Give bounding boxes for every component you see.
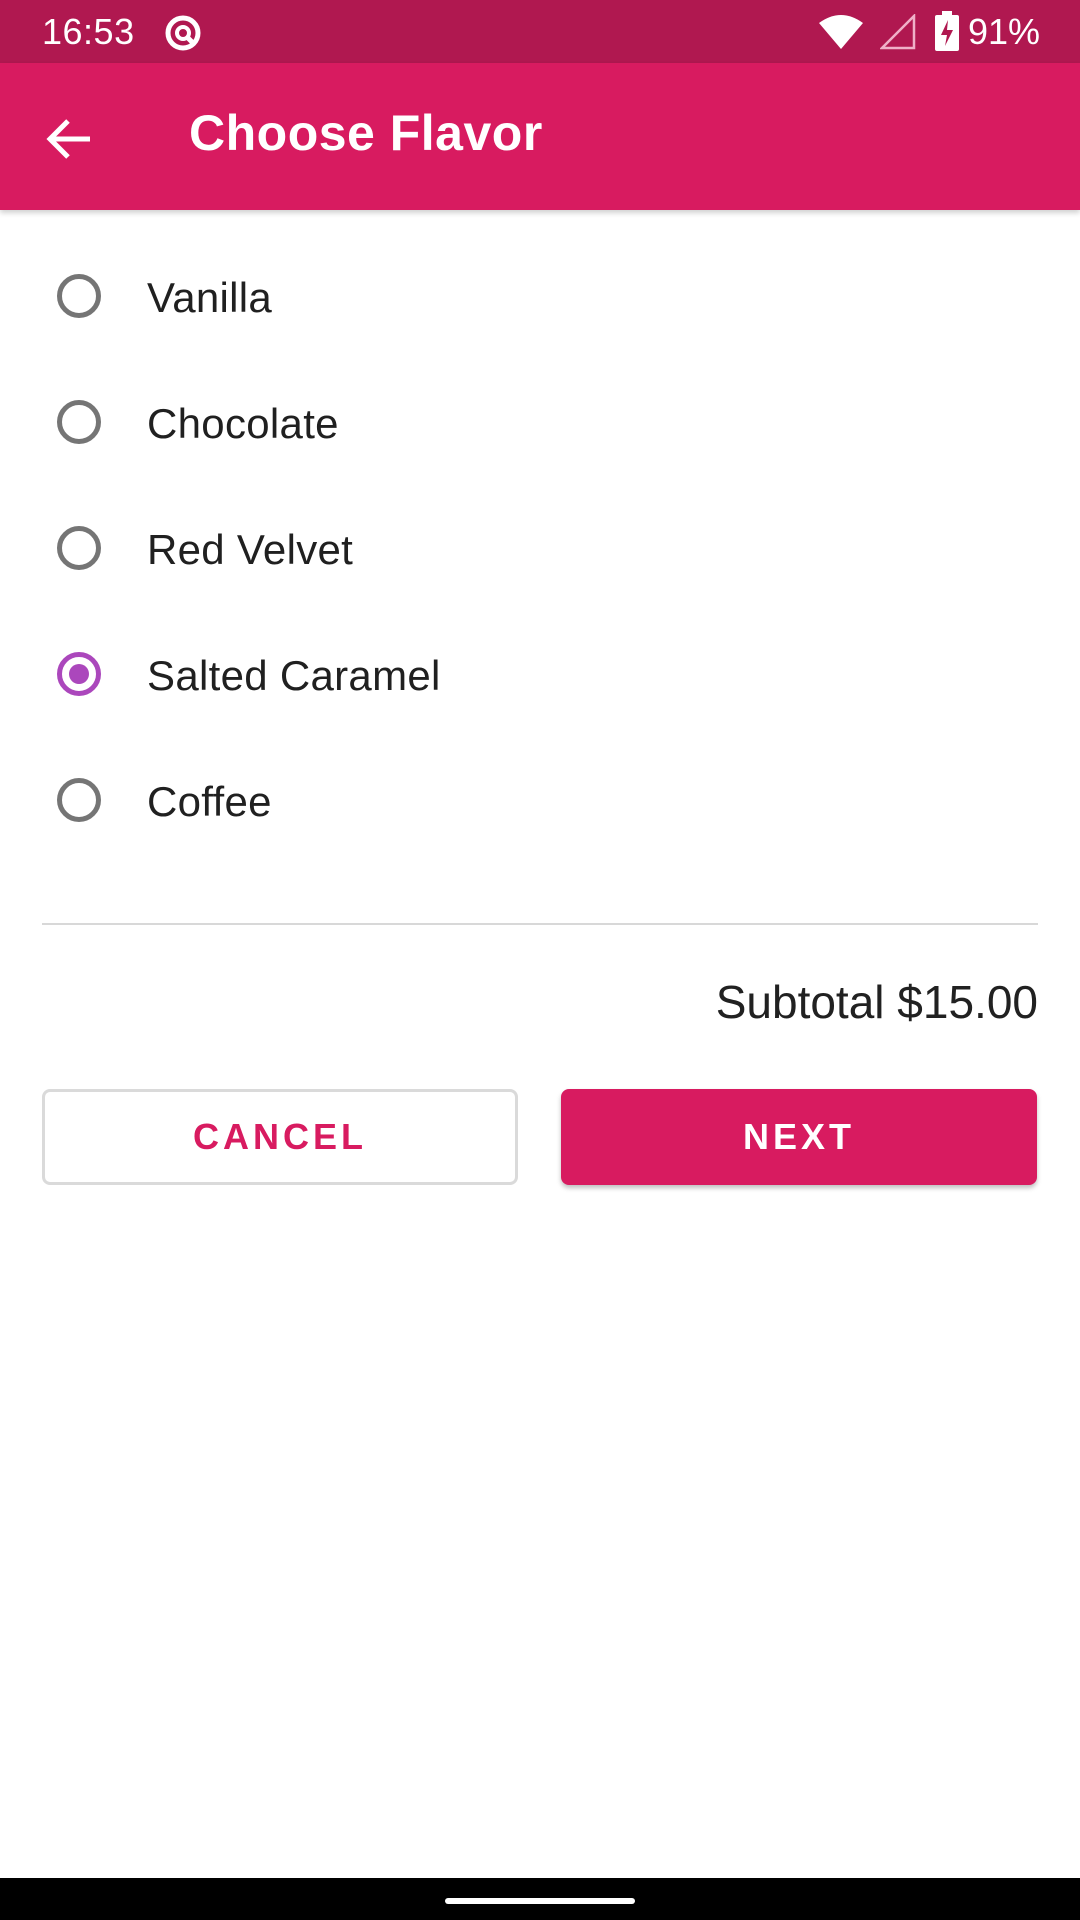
radio-button[interactable] bbox=[57, 274, 101, 318]
radio-button-selected[interactable] bbox=[57, 652, 101, 696]
status-time: 16:53 bbox=[42, 11, 135, 52]
home-gesture-handle[interactable] bbox=[445, 1898, 635, 1904]
radio-label: Vanilla bbox=[147, 274, 273, 321]
radio-label: Coffee bbox=[147, 778, 272, 825]
flavor-option-red-velvet[interactable]: Red Velvet bbox=[42, 504, 1038, 600]
flavor-option-salted-caramel[interactable]: Salted Caramel bbox=[42, 630, 1038, 726]
battery-percentage: 91% bbox=[968, 11, 1041, 52]
app-bar: Choose Flavor bbox=[0, 63, 1080, 210]
flavor-option-vanilla[interactable]: Vanilla bbox=[42, 252, 1038, 348]
divider bbox=[42, 923, 1038, 925]
radio-button[interactable] bbox=[57, 400, 101, 444]
battery-charging-icon bbox=[935, 11, 959, 51]
radio-label: Red Velvet bbox=[147, 526, 354, 573]
navigation-bar bbox=[0, 1878, 1080, 1920]
subtotal-text: Subtotal $15.00 bbox=[715, 976, 1038, 1028]
signal-icon bbox=[878, 12, 916, 50]
back-button[interactable] bbox=[30, 99, 110, 179]
next-button[interactable]: NEXT bbox=[561, 1089, 1037, 1185]
status-bar: 16:53 91% bbox=[0, 0, 1080, 63]
flavor-option-chocolate[interactable]: Chocolate bbox=[42, 378, 1038, 474]
sync-icon bbox=[163, 13, 203, 53]
radio-button[interactable] bbox=[57, 526, 101, 570]
radio-label: Salted Caramel bbox=[147, 652, 441, 699]
radio-button[interactable] bbox=[57, 778, 101, 822]
flavor-option-coffee[interactable]: Coffee bbox=[42, 756, 1038, 852]
arrow-back-icon bbox=[46, 119, 90, 159]
page-title: Choose Flavor bbox=[189, 105, 543, 161]
wifi-icon bbox=[818, 14, 864, 50]
cancel-button[interactable]: CANCEL bbox=[42, 1089, 518, 1185]
radio-label: Chocolate bbox=[147, 400, 339, 447]
